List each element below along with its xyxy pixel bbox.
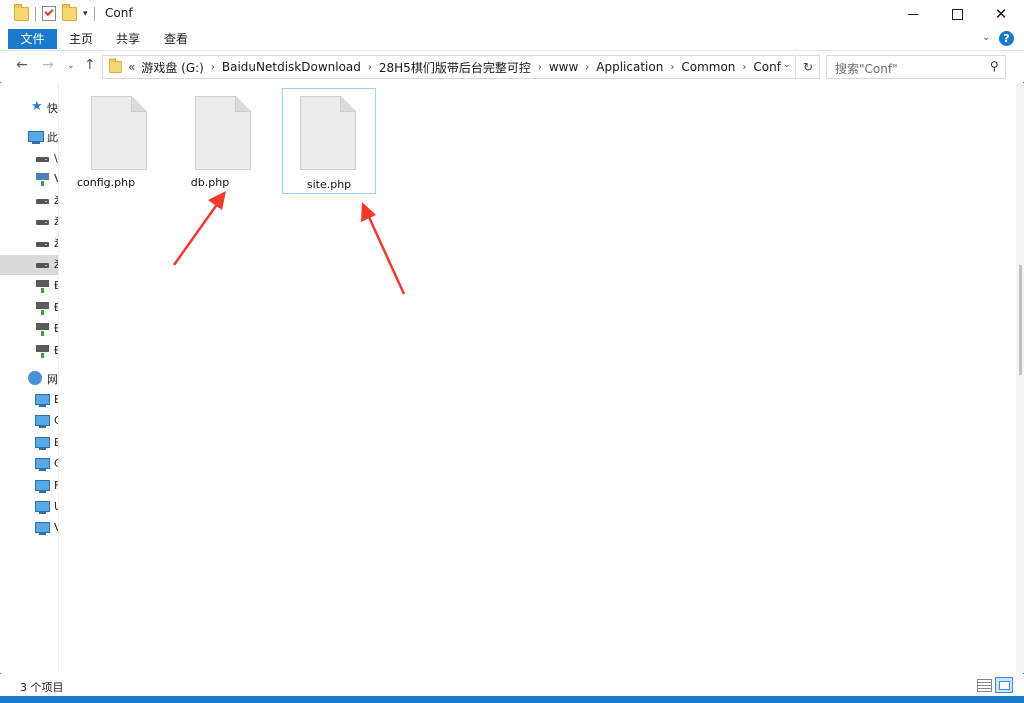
vertical-scrollbar[interactable] xyxy=(1016,83,1024,673)
details-view-icon[interactable] xyxy=(977,679,992,692)
item-count: 3 个项目 xyxy=(20,681,64,694)
scrollbar-thumb[interactable] xyxy=(1019,265,1022,375)
large-icons-view-icon[interactable] xyxy=(995,677,1013,693)
status-bar: 3 个项目 xyxy=(0,674,1024,696)
annotation-arrow-db xyxy=(172,191,226,266)
annotation-arrow-site xyxy=(361,202,406,295)
window-bottom-edge xyxy=(0,696,1024,703)
annotation-arrows xyxy=(172,191,406,295)
